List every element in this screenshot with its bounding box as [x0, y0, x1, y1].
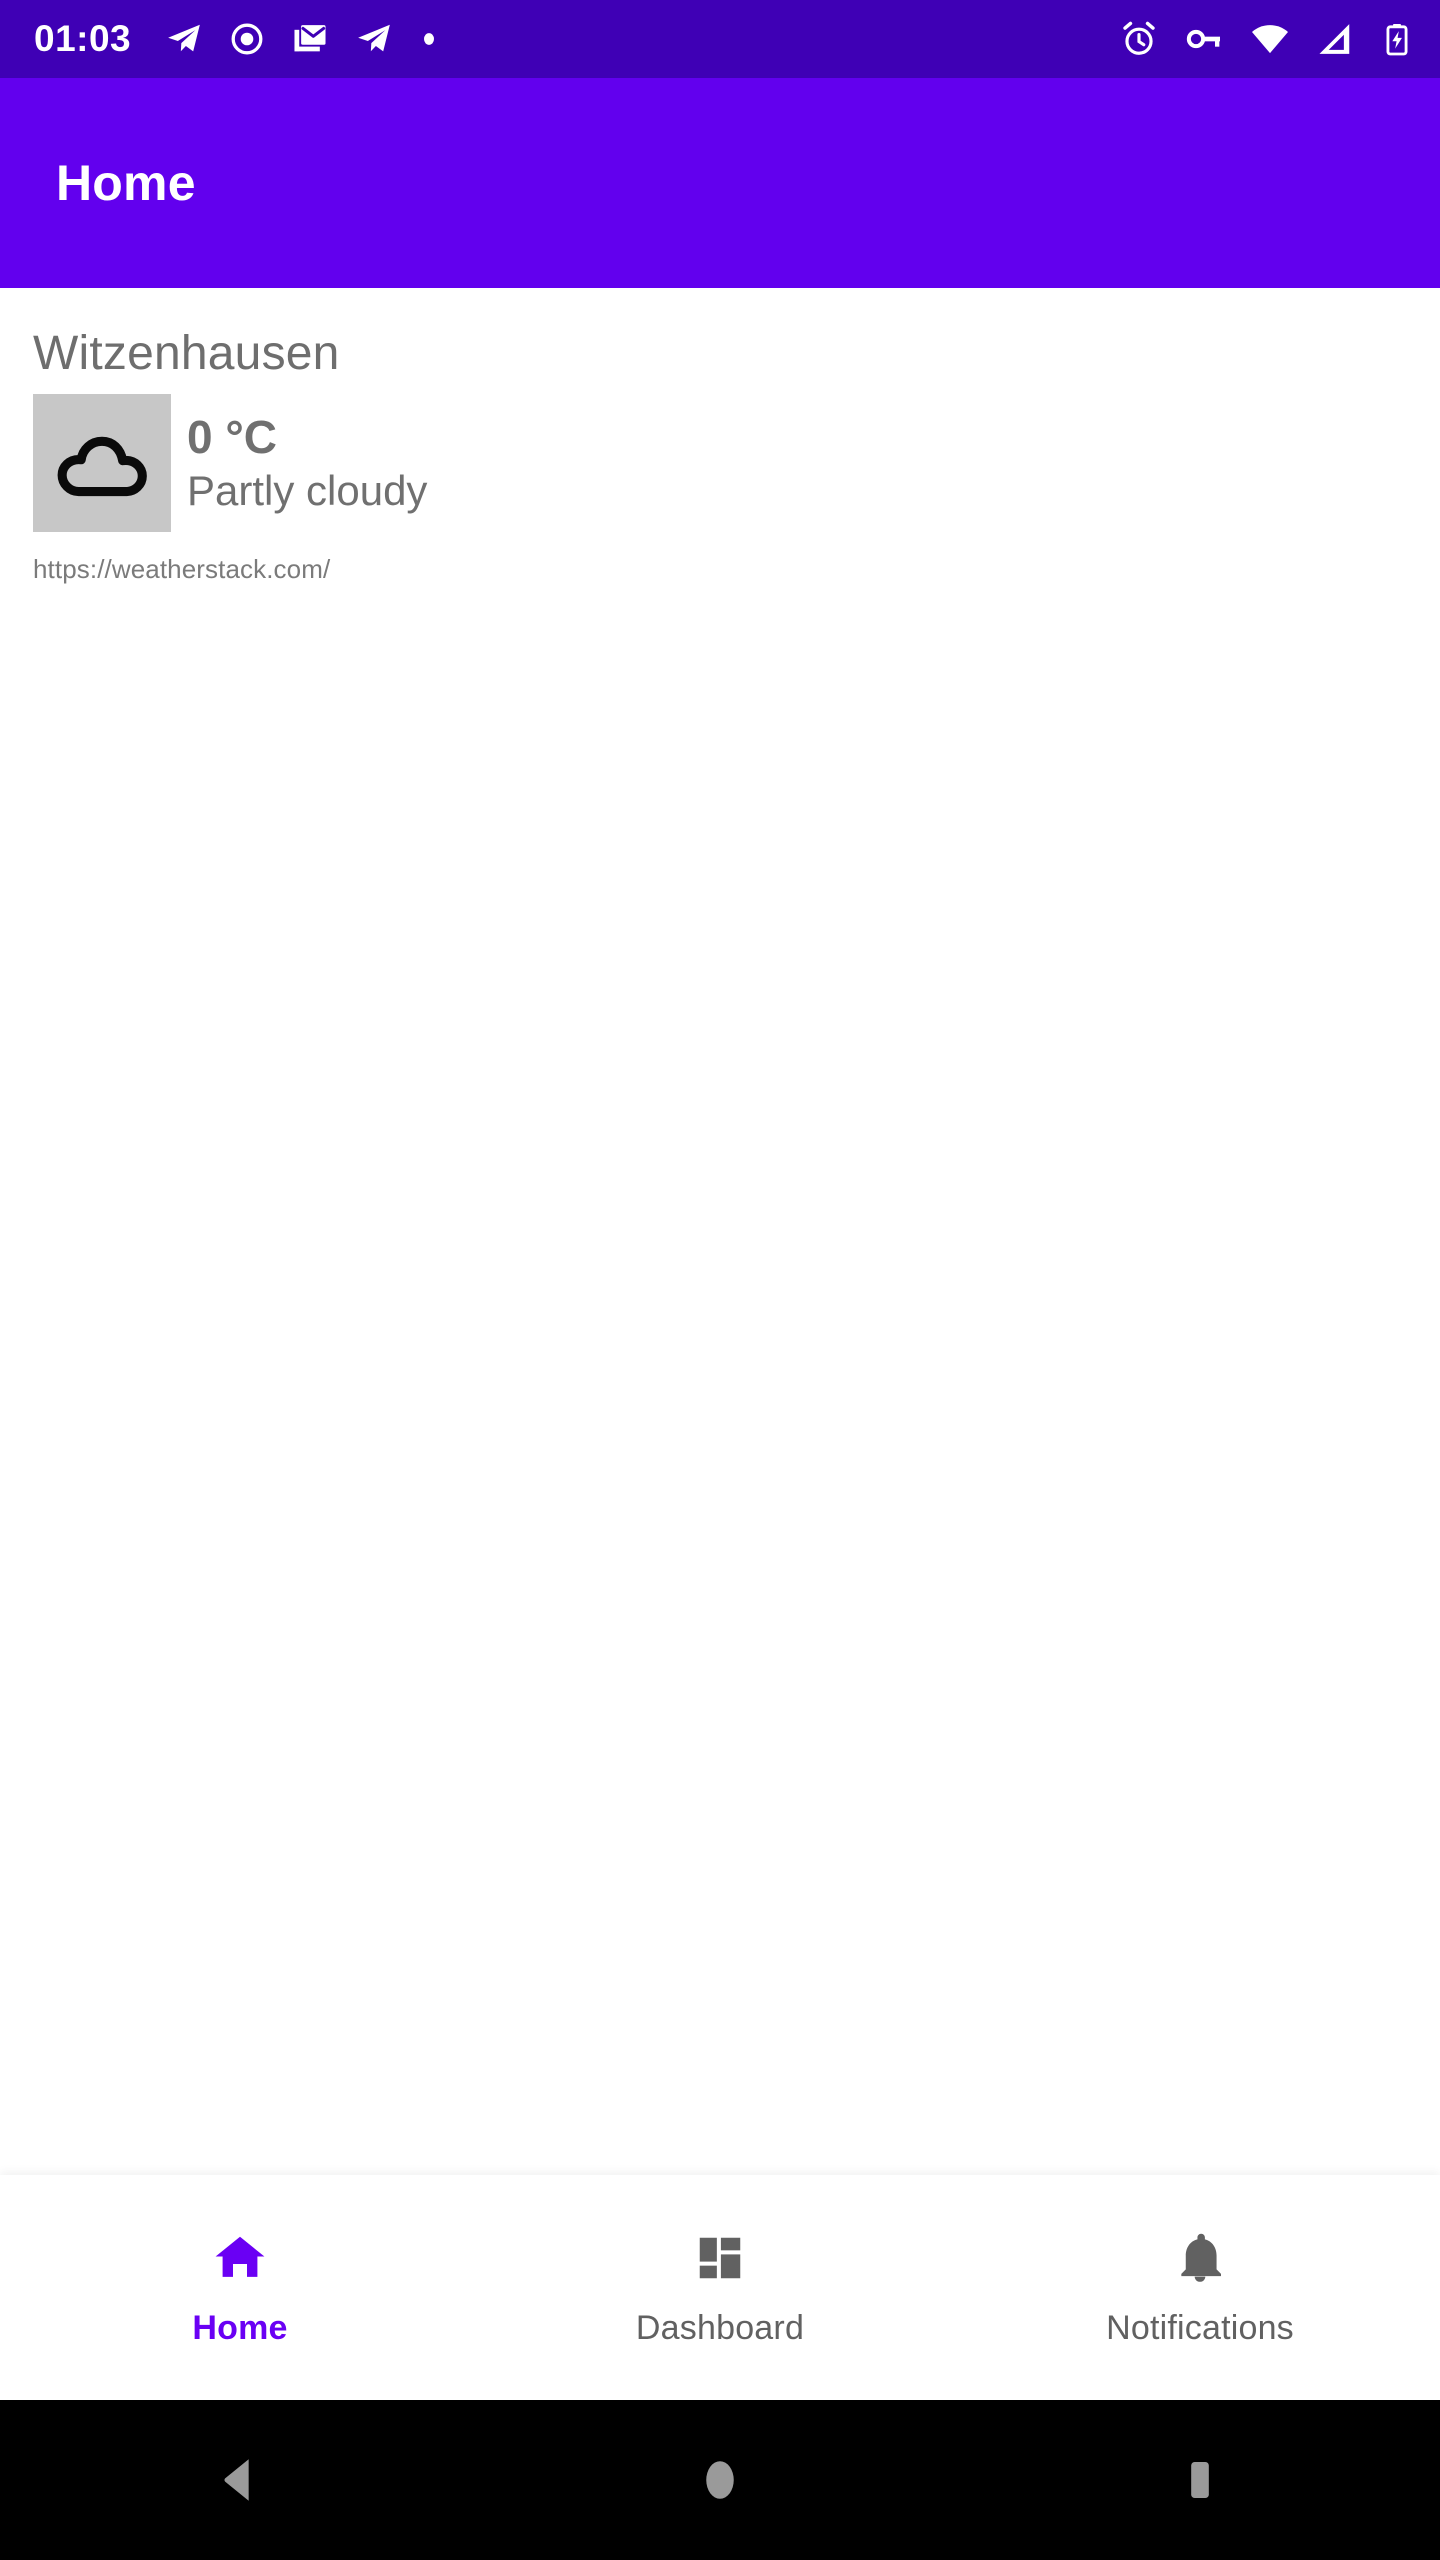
- nav-tab-notifications-label: Notifications: [1106, 2309, 1294, 2347]
- weather-condition: Partly cloudy: [187, 467, 428, 515]
- weather-icon-box: [33, 394, 171, 532]
- bottom-navigation-bar: Home Dashboard Notifications: [0, 2175, 1440, 2400]
- nav-tab-dashboard[interactable]: Dashboard: [480, 2175, 960, 2400]
- app-bar: Home: [0, 78, 1440, 288]
- telegram-icon: [168, 24, 200, 52]
- home-button[interactable]: [480, 2400, 960, 2560]
- weather-source-link[interactable]: https://weatherstack.com/: [33, 554, 933, 585]
- status-bar: 01:03: [0, 0, 1440, 78]
- nav-tab-dashboard-label: Dashboard: [635, 2309, 805, 2347]
- city-name: Witzenhausen: [33, 327, 340, 380]
- bell-icon: [1172, 2227, 1228, 2289]
- nav-tab-notifications[interactable]: Notifications: [960, 2175, 1440, 2400]
- nav-tab-home-label: Home: [192, 2309, 288, 2347]
- telegram-icon: [358, 24, 390, 52]
- cloud-outline-icon: [57, 436, 147, 497]
- recents-button[interactable]: [960, 2400, 1440, 2560]
- email-stack-icon: [294, 25, 326, 52]
- nav-tab-home[interactable]: Home: [0, 2175, 480, 2400]
- triangle-left-icon: [224, 2459, 249, 2501]
- circle-icon: [706, 2461, 734, 2499]
- record-circle-icon: [231, 23, 263, 55]
- weather-card: Witzenhausen 0 °C Partly cloudy https://…: [33, 330, 933, 585]
- weather-row: 0 °C Partly cloudy: [33, 394, 933, 532]
- vpn-key-icon: [1186, 29, 1220, 49]
- square-icon: [1191, 2461, 1209, 2499]
- battery-charging-icon: [1386, 23, 1408, 56]
- phone-screen: 01:03 Home Witzenhausen 0 °C Partly clou…: [0, 0, 1440, 2560]
- temperature-value: 0 °C: [187, 410, 277, 463]
- status-bar-left-group: 01:03: [34, 18, 439, 60]
- wifi-icon: [1252, 25, 1288, 54]
- back-button[interactable]: [0, 2400, 480, 2560]
- page-title: Home: [56, 155, 196, 211]
- dot-icon: [424, 33, 435, 45]
- status-bar-right-group: [1120, 19, 1414, 59]
- main-content: Witzenhausen 0 °C Partly cloudy https://…: [0, 288, 1440, 2175]
- status-bar-clock: 01:03: [34, 18, 132, 59]
- weather-text-column: 0 °C Partly cloudy: [171, 394, 427, 532]
- cellular-signal-icon: [1319, 24, 1350, 54]
- alarm-clock-icon: [1123, 21, 1155, 55]
- android-navigation-bar: [0, 2400, 1440, 2560]
- home-icon: [211, 2227, 269, 2289]
- dashboard-grid-icon: [693, 2227, 747, 2289]
